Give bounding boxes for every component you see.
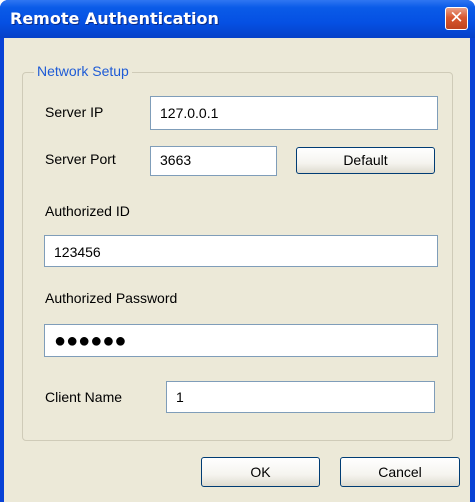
close-button[interactable]: ✕	[445, 7, 468, 30]
close-icon: ✕	[449, 8, 464, 28]
server-port-label: Server Port	[45, 151, 116, 167]
default-button[interactable]: Default	[296, 147, 435, 174]
server-ip-input[interactable]: 127.0.0.1	[150, 96, 438, 130]
title-bar[interactable]: Remote Authentication ✕	[0, 0, 475, 38]
network-setup-legend: Network Setup	[34, 63, 132, 79]
server-ip-label: Server IP	[45, 104, 104, 120]
authorized-password-label: Authorized Password	[45, 290, 178, 306]
client-name-label: Client Name	[45, 389, 123, 405]
authorized-id-label: Authorized ID	[45, 203, 130, 219]
authorized-password-input[interactable]: ●●●●●●	[44, 324, 438, 357]
server-port-input[interactable]: 3663	[150, 146, 277, 176]
window-title: Remote Authentication	[10, 9, 219, 28]
ok-button[interactable]: OK	[201, 457, 320, 487]
client-name-input[interactable]: 1	[166, 381, 435, 413]
authorized-id-input[interactable]: 123456	[44, 235, 438, 267]
cancel-button[interactable]: Cancel	[340, 457, 460, 487]
